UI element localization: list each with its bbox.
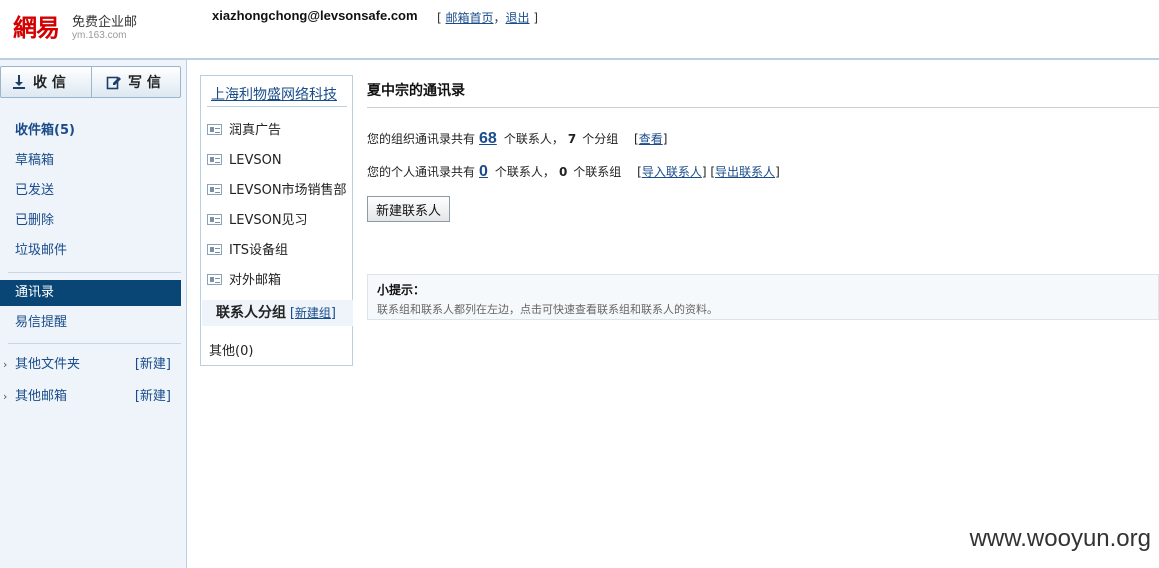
org-group-item[interactable]: LEVSON见习 [207,211,308,231]
org-group-item[interactable]: ITS设备组 [207,241,288,261]
chevron-right-icon: › [3,390,8,403]
contact-card-icon [207,154,222,165]
org-group-count: 7 [567,132,577,146]
receive-mail-button[interactable]: 收 信 [11,67,91,97]
org-group-label: ITS设备组 [229,243,289,258]
org-group-label: 对外邮箱 [229,273,282,288]
org-group-item[interactable]: LEVSON [207,151,282,171]
contact-groups-header: 联系人分组 [新建组] [202,300,353,326]
org-group-unit: 个分组 [582,132,619,146]
sidebar-divider [8,272,181,273]
mail-home-link[interactable]: 邮箱首页 [446,11,494,25]
contact-card-icon [207,214,222,225]
download-icon [11,74,27,90]
nav-yixin-reminder[interactable]: 易信提醒 [0,310,181,336]
bracket-close: ] [662,132,668,146]
divider [207,106,347,107]
watermark: www.wooyun.org [969,525,1151,552]
tip-box: 小提示： 联系组和联系人都列在左边，点击可快速查看联系组和联系人的资料。 [367,274,1159,320]
nav-sent[interactable]: 已发送 [0,178,181,204]
org-group-label: LEVSON市场销售部 [229,183,347,198]
personal-group-unit: 个联系组 [573,165,622,179]
personal-group-count: 0 [558,165,568,179]
view-link[interactable]: 查看 [639,132,663,146]
nav-deleted[interactable]: 已删除 [0,208,181,234]
tip-text: 联系组和联系人都列在左边，点击可快速查看联系组和联系人的资料。 [377,303,718,316]
org-group-item[interactable]: LEVSON市场销售部 [207,181,347,201]
org-group-label: 润真广告 [229,123,282,138]
contact-card-icon [207,184,222,195]
other-mailboxes[interactable]: › 其他邮箱 [新建] [0,386,181,408]
nav-spam[interactable]: 垃圾邮件 [0,238,181,264]
new-contact-button[interactable]: 新建联系人 [367,196,450,222]
receive-label: 收 信 [33,75,66,91]
new-folder-link[interactable]: [新建] [135,354,171,376]
mail-action-buttons: 收 信 写 信 [0,66,181,98]
bracket-close: ] [330,306,336,321]
import-contacts-link[interactable]: 导入联系人 [642,165,702,179]
header: 網易 免费企业邮 ym.163.com xiazhongchong@levson… [0,0,1159,60]
new-group-link[interactable]: 新建组 [295,306,331,320]
compose-icon [106,74,122,90]
compose-label: 写 信 [128,75,161,91]
comma: ， [493,11,506,25]
org-group-item[interactable]: 润真广告 [207,121,281,141]
contact-groups-panel: 上海利物盛网络科技 润真广告 LEVSON LEVSON市场销售部 LEVSON… [200,75,353,366]
nav-contacts[interactable]: 通讯录 [0,280,181,306]
contact-groups-title: 联系人分组 [216,305,286,321]
logo-glyph: 網易 [13,13,60,42]
tip-title: 小提示： [377,283,426,297]
netease-logo[interactable]: 網易 免费企业邮 ym.163.com [13,8,143,44]
new-mailbox-link[interactable]: [新建] [135,386,171,408]
contact-card-icon [207,274,222,285]
group-other[interactable]: 其他(0) [209,340,253,359]
personal-contact-count[interactable]: 0 [479,163,488,180]
account-email: xiazhongchong@levsonsafe.com [212,8,418,23]
org-summary: 您的组织通讯录共有 68 个联系人， 7 个分组 [查看] [367,130,667,148]
org-group-item[interactable]: 对外邮箱 [207,271,281,291]
bracket-open: [ [437,11,442,25]
compose-mail-button[interactable]: 写 信 [91,67,181,97]
export-contacts-link[interactable]: 导出联系人 [715,165,775,179]
org-contact-count[interactable]: 68 [479,130,497,147]
logout-link[interactable]: 退出 [506,11,530,25]
org-prefix: 您的组织通讯录共有 [367,132,476,146]
company-contacts-link[interactable]: 上海利物盛网络科技 [211,84,337,104]
org-unit: 个联系人， [503,132,564,146]
sidebar-divider [8,343,181,344]
sidebar: 收 信 写 信 收件箱(5) 草稿箱 已发送 已删除 垃圾邮件 通讯录 易信提醒… [0,60,187,568]
bracket-close: ] [775,165,780,179]
other-folders-label: 其他文件夹 [15,357,81,372]
contact-card-icon [207,124,222,135]
nav-drafts[interactable]: 草稿箱 [0,148,181,174]
other-folders[interactable]: › 其他文件夹 [新建] [0,354,181,376]
title-divider [367,107,1159,108]
org-group-label: LEVSON [229,153,282,168]
account-links: [ 邮箱首页，退出 ] [437,9,538,26]
page-title: 夏中宗的通讯录 [367,83,465,99]
chevron-right-icon: › [3,358,8,371]
bracket-close: ] [533,11,539,25]
nav-inbox[interactable]: 收件箱(5) [0,118,181,144]
personal-unit: 个联系人， [494,165,555,179]
org-group-label: LEVSON见习 [229,213,308,228]
logo-product-name: 免费企业邮 [72,15,138,30]
other-mailboxes-label: 其他邮箱 [15,389,68,404]
contact-card-icon [207,244,222,255]
bracket-close: ] [701,165,707,179]
personal-summary: 您的个人通讯录共有 0 个联系人， 0 个联系组 [导入联系人] [导出联系人] [367,163,780,181]
personal-prefix: 您的个人通讯录共有 [367,165,476,179]
logo-domain: ym.163.com [72,30,127,41]
